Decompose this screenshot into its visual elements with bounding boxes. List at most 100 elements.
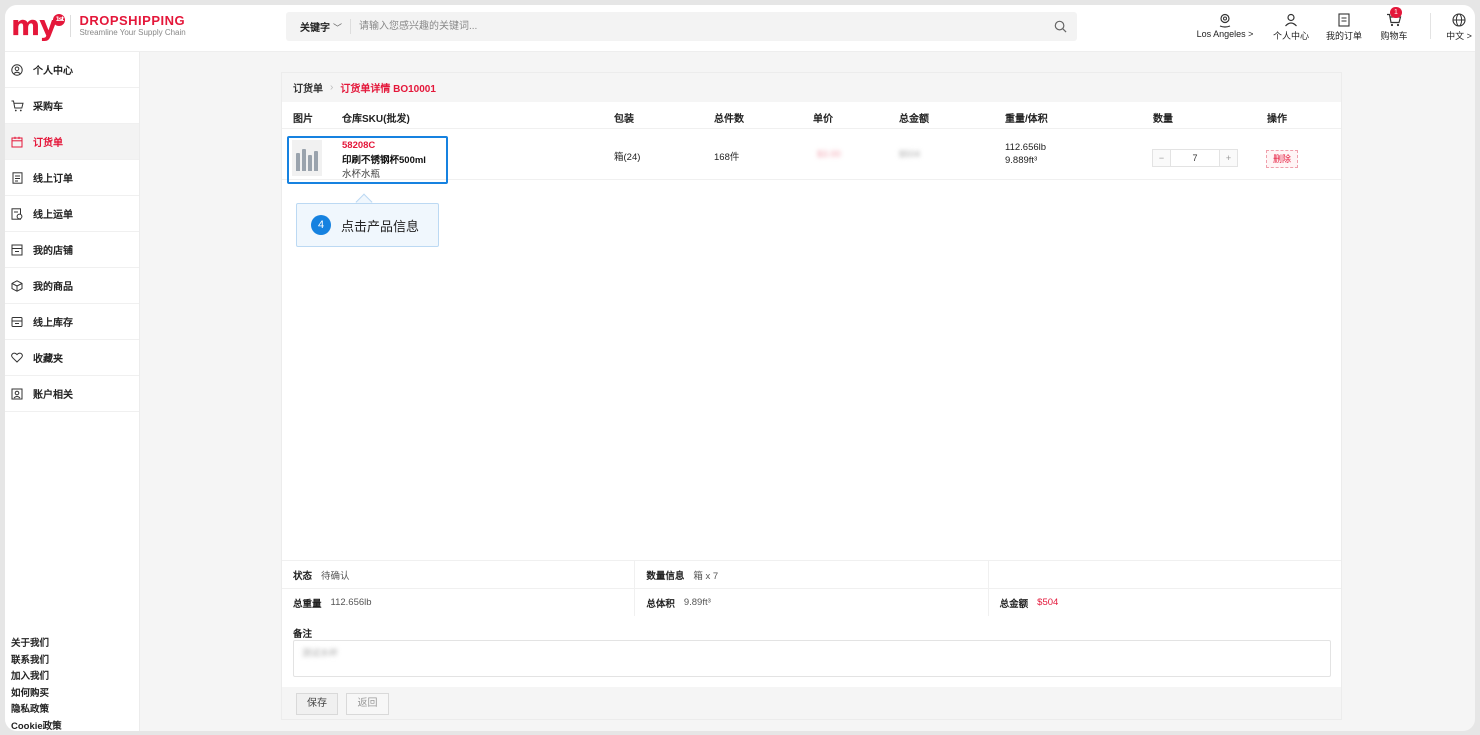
user-icon [1285,13,1297,27]
notes-textarea[interactable]: 测试水杯 [293,640,1331,677]
footer-link-join[interactable]: 加入我们 [11,669,62,686]
location-selector[interactable]: Los Angeles > [1194,11,1256,39]
sidebar-item-my-products[interactable]: 我的商品 [5,268,139,304]
search-category-label: 关键字 [300,23,330,34]
breadcrumb-current: 订货单详情 BO10001 [340,84,436,95]
chevron-right-icon: › [330,82,334,93]
sidebar-item-personal-center[interactable]: 个人中心 [5,52,139,88]
summary-status: 状态 待确认 [282,561,636,588]
total-weight-value: 112.656lb [330,597,372,608]
inventory-icon [10,315,24,329]
total-amount-value: $504 [1037,597,1059,608]
quantity-value[interactable]: 7 [1170,150,1220,166]
footer-link-about[interactable]: 关于我们 [11,636,62,653]
breadcrumb-root[interactable]: 订货单 [293,80,323,95]
step-number-badge: 4 [311,215,331,235]
my-orders-link[interactable]: 我的订单 [1319,11,1369,42]
search-bar: 关键字 ﹀ [286,12,1077,41]
breadcrumb: 订货单 › 订货单详情 BO10001 [282,73,1341,102]
sidebar-item-label: 线上运单 [33,210,73,221]
order-list-icon [1338,13,1350,27]
search-button[interactable] [1043,12,1077,41]
total-volume-label: 总体积 [646,598,675,610]
row-volume: 9.889ft³ [1005,155,1038,166]
table-header: 图片 仓库SKU(批发) 包装 总件数 单价 总金额 重量/体积 数量 操作 [282,102,1341,129]
sidebar-item-account[interactable]: 账户相关 [5,376,139,412]
product-category: 水杯水瓶 [342,169,381,180]
footer-link-cookie[interactable]: Cookie政策 [11,719,62,732]
logo-badge: 1st [53,14,66,26]
sidebar-item-online-inventory[interactable]: 线上库存 [5,304,139,340]
language-label: 中文 > [1446,31,1472,41]
column-header-actions: 操作 [1267,114,1287,125]
order-summary: 状态 待确认 数量信息 箱 x 7 总重量 112.656lb 总体积 9.89… [282,560,1341,616]
sidebar-item-my-store[interactable]: 我的店铺 [5,232,139,268]
sidebar-item-label: 采购车 [33,102,63,113]
account-icon [10,387,24,401]
sidebar-item-label: 我的商品 [33,282,73,293]
bottle-shape [296,153,300,171]
back-button[interactable]: 返回 [346,693,389,715]
logo-divider [70,15,72,37]
sidebar-item-favorites[interactable]: 收藏夹 [5,340,139,376]
guide-tooltip: 4 点击产品信息 [296,203,439,247]
my-orders-label: 我的订单 [1325,31,1362,41]
logo[interactable]: my 1st DROPSHIPPING Streamline Your Supp… [11,12,186,40]
box-icon [10,279,24,293]
store-icon [10,243,24,257]
column-header-unit-price: 单价 [813,114,833,125]
sidebar-item-purchase-order[interactable]: 订货单 [5,124,139,160]
sidebar-item-label: 收藏夹 [33,354,63,365]
decrement-button[interactable]: − [1153,150,1170,166]
search-input[interactable] [351,12,1043,41]
language-selector[interactable]: 中文 > [1443,11,1475,42]
row-package: 箱(24) [614,152,641,163]
row-unit-price: $3.00 [817,149,841,160]
increment-button[interactable]: + [1220,150,1237,166]
sidebar-item-purchase-cart[interactable]: 采购车 [5,88,139,124]
sidebar-item-online-waybills[interactable]: 线上运单 [5,196,139,232]
bottle-shape [308,155,312,171]
cart-count-badge: 1 [1390,7,1402,18]
sidebar-item-label: 个人中心 [33,66,73,77]
sidebar: 个人中心 采购车 订货单 线上订单 线上运单 我的店铺 我的商品 线上库存 收藏… [5,52,140,731]
product-name[interactable]: 印刷不锈钢杯500ml [342,152,426,166]
product-thumbnail[interactable] [292,140,322,176]
sidebar-item-online-orders[interactable]: 线上订单 [5,160,139,196]
bottle-shape [314,151,318,171]
delete-button[interactable]: 删除 [1266,150,1298,168]
location-label: Los Angeles > [1196,29,1254,39]
sidebar-item-label: 订货单 [33,138,63,149]
row-weight: 112.656lb [1005,142,1047,153]
header-nav: Los Angeles > 个人中心 我的订单 1 购物车 中文 > [1194,7,1475,47]
save-button[interactable]: 保存 [296,693,338,715]
notes-value: 测试水杯 [302,648,339,658]
product-sku-code[interactable]: 58208C [342,140,375,151]
top-header: my 1st DROPSHIPPING Streamline Your Supp… [5,5,1475,52]
search-icon [1054,20,1066,33]
app-frame: my 1st DROPSHIPPING Streamline Your Supp… [5,5,1475,731]
logo-text: my [11,9,57,42]
total-weight-label: 总重量 [293,598,322,610]
summary-row: 总重量 112.656lb 总体积 9.89ft³ 总金额 $504 [282,588,1341,616]
chevron-down-icon: ﹀ [333,23,343,33]
column-header-image: 图片 [293,114,313,125]
summary-amount: 总金额 $504 [989,589,1341,616]
calendar-icon [10,135,24,149]
sidebar-item-label: 我的店铺 [33,246,73,257]
total-amount-label: 总金额 [999,598,1029,610]
cart-link[interactable]: 1 购物车 [1372,7,1416,42]
personal-center-label: 个人中心 [1272,31,1309,41]
order-detail-panel: 订货单 › 订货单详情 BO10001 图片 仓库SKU(批发) 包装 总件数 … [281,72,1342,720]
sidebar-item-label: 线上库存 [33,318,73,329]
search-category-select[interactable]: 关键字 ﹀ [286,19,350,34]
footer-link-privacy[interactable]: 隐私政策 [11,702,62,719]
nav-divider [1430,13,1431,39]
footer-link-how-to-buy[interactable]: 如何购买 [11,686,62,703]
bottle-shape [302,149,306,171]
summary-weight: 总重量 112.656lb [282,589,636,616]
footer-link-contact[interactable]: 联系我们 [11,653,62,670]
personal-center-link[interactable]: 个人中心 [1266,11,1316,42]
quantity-info-value: 箱 x 7 [693,570,719,582]
summary-row: 状态 待确认 数量信息 箱 x 7 [282,560,1341,588]
